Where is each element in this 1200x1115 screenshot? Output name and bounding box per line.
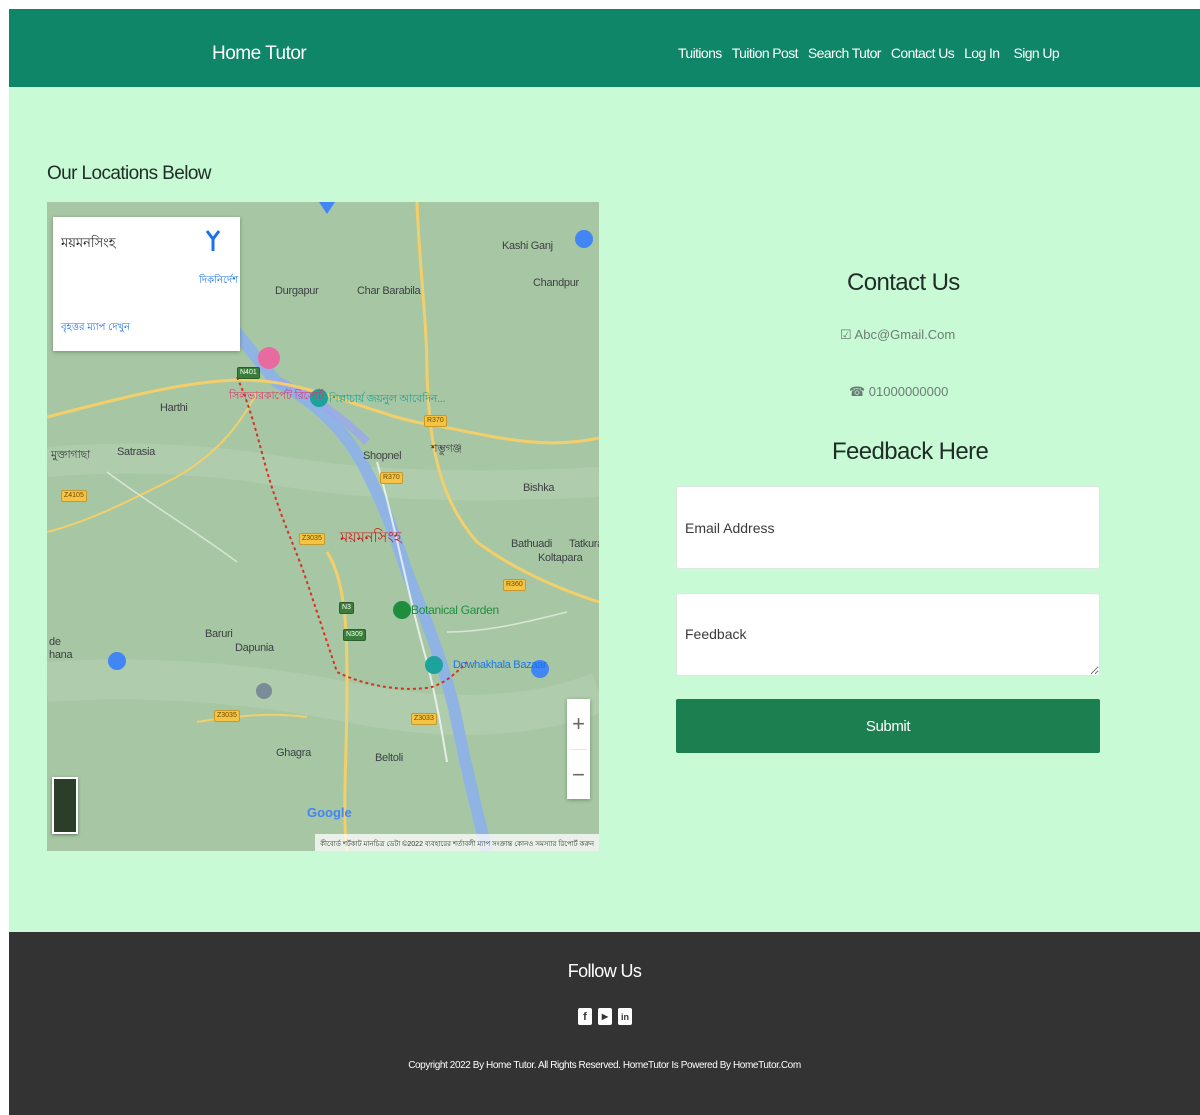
road-badge: Z4105: [61, 490, 87, 502]
nav-tuitions[interactable]: Tuitions: [678, 45, 722, 61]
road-badge: N3: [339, 602, 354, 614]
map-place-name: ময়মনসিংহ: [61, 235, 116, 250]
map-label: de: [49, 636, 61, 648]
map-label: hana: [49, 649, 73, 661]
map-zoom-control: + −: [567, 699, 590, 799]
zoom-out-button[interactable]: −: [567, 750, 590, 800]
map-city-label: ময়মনসিংহ: [340, 529, 402, 546]
nav-sign-up[interactable]: Sign Up: [1013, 45, 1059, 61]
road-badge: R370: [380, 472, 403, 484]
view-larger-map-link[interactable]: বৃহত্তর ম্যাপ দেখুন: [61, 320, 130, 337]
map-label: Bathuadi: [511, 538, 553, 550]
nav-log-in[interactable]: Log In: [964, 45, 1000, 61]
map-poi-label: শিল্পাচার্য জয়নুল আবেদিন...: [329, 393, 446, 405]
map-label: Beltoli: [375, 752, 403, 764]
map-poi-label: Dowhakhala Bazaar: [453, 659, 547, 671]
road-badge: Z3035: [214, 710, 240, 722]
submit-button[interactable]: Submit: [676, 699, 1100, 753]
brand-logo[interactable]: Home Tutor: [212, 43, 307, 65]
road-badge: N309: [343, 629, 366, 641]
road-badge: R370: [424, 415, 447, 427]
locations-title: Our Locations Below: [47, 163, 212, 184]
nav-contact-us[interactable]: Contact Us: [891, 45, 955, 61]
google-logo: Google: [307, 805, 352, 820]
map-poi-label: Botanical Garden: [411, 603, 499, 617]
map-label: Kashi Ganj: [502, 240, 553, 252]
nav-search-tutor[interactable]: Search Tutor: [808, 45, 882, 61]
map-label: Ghagra: [276, 747, 311, 759]
contact-email: ☑ Abc@Gmail.Com: [840, 327, 956, 342]
feedback-title: Feedback Here: [832, 438, 989, 465]
contact-phone: ☎ 01000000000: [849, 384, 949, 399]
facebook-icon[interactable]: f: [578, 1008, 592, 1025]
map-label: Harthi: [160, 402, 188, 414]
map-label: Char Barabila: [357, 285, 421, 297]
road-badge: Z3035: [299, 533, 325, 545]
main-content: Our Locations Below ময়মনসিংহ দিকনির্দেশ…: [9, 87, 1200, 932]
map-label: Bishka: [523, 482, 555, 494]
footer: Follow Us f ▶ in Copyright 2022 By Home …: [9, 932, 1200, 1115]
linkedin-icon[interactable]: in: [618, 1008, 632, 1025]
road-badge: R360: [503, 579, 526, 591]
email-field[interactable]: [676, 486, 1100, 569]
road-badge: N401: [237, 367, 260, 379]
map-label: Chandpur: [533, 277, 579, 289]
map-label: Dapunia: [235, 642, 274, 654]
map-poi-label: সিলভারকার্পেট রিসোর্ট: [229, 390, 324, 402]
navbar: Home Tutor Tuitions Tuition Post Search …: [9, 9, 1200, 87]
feedback-field[interactable]: [676, 593, 1100, 676]
nav-links: Tuitions Tuition Post Search Tutor Conta…: [678, 45, 1060, 61]
satellite-toggle[interactable]: [52, 777, 78, 834]
map-label: Shopnel: [363, 450, 402, 462]
embedded-map[interactable]: ময়মনসিংহ দিকনির্দেশ বৃহত্তর ম্যাপ দেখুন…: [47, 202, 599, 851]
map-attribution[interactable]: কীবোর্ড শর্টকাট মানচিত্র ডেটা ©2022 ব্যব…: [315, 834, 599, 851]
map-label: Tatkura: [569, 538, 599, 550]
youtube-icon[interactable]: ▶: [598, 1008, 612, 1025]
zoom-in-button[interactable]: +: [567, 699, 590, 749]
nav-tuition-post[interactable]: Tuition Post: [732, 45, 799, 61]
map-label: মুক্তাগাছা: [51, 449, 91, 461]
map-label: শম্ভুগঞ্জ: [431, 443, 462, 455]
map-info-card: ময়মনসিংহ দিকনির্দেশ বৃহত্তর ম্যাপ দেখুন: [53, 217, 240, 351]
map-label: Durgapur: [275, 285, 319, 297]
map-label: Koltapara: [538, 552, 583, 564]
directions-link[interactable]: দিকনির্দেশ: [199, 273, 238, 290]
follow-us-heading: Follow Us: [567, 961, 642, 981]
social-links: f ▶ in: [578, 1008, 632, 1025]
copyright-text: Copyright 2022 By Home Tutor. All Rights…: [408, 1060, 801, 1071]
contact-title: Contact Us: [847, 269, 960, 296]
map-label: Baruri: [205, 628, 233, 640]
map-label: Satrasia: [117, 446, 155, 458]
road-badge: Z3033: [411, 713, 437, 725]
